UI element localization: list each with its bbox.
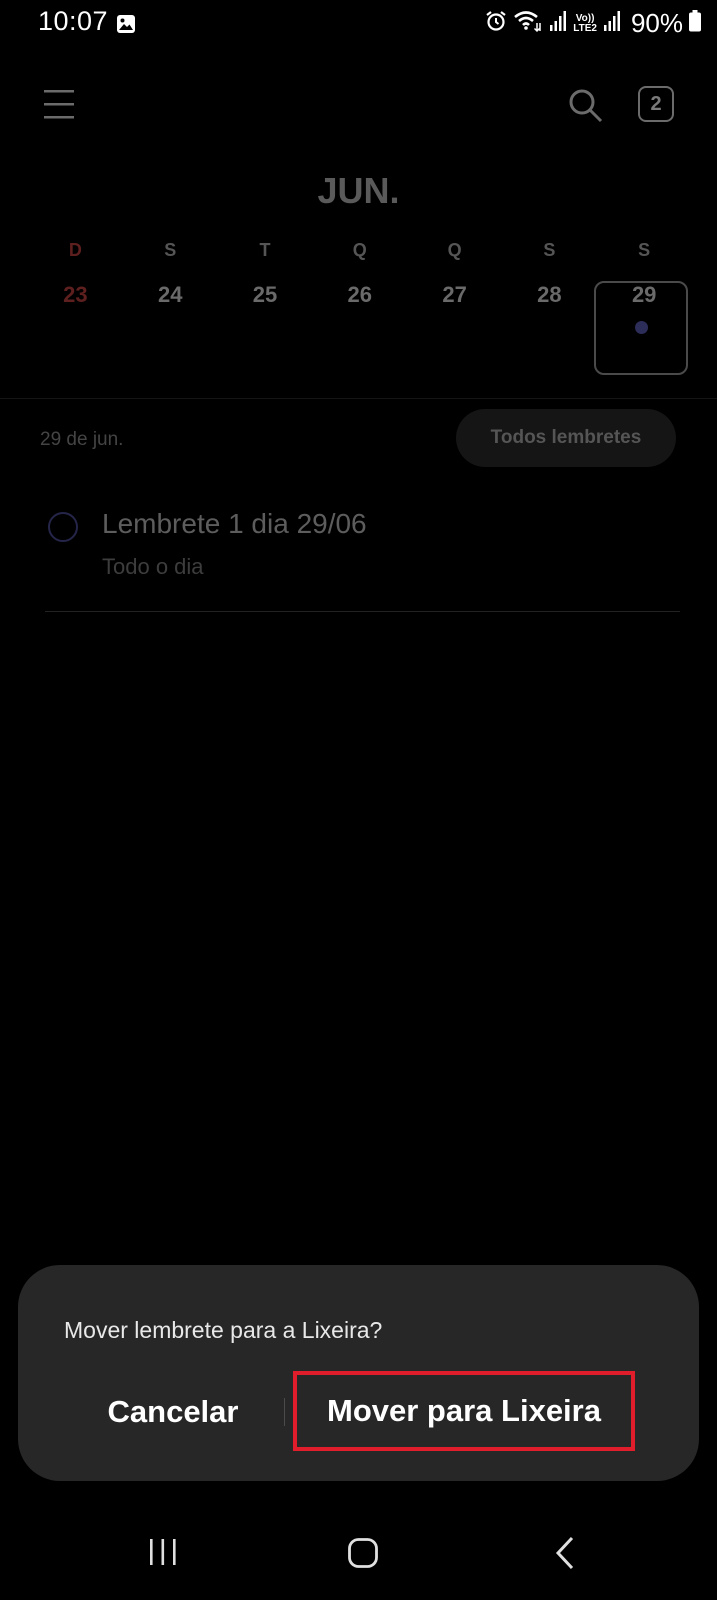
- day-number: 27: [442, 282, 467, 307]
- week-strip: D 23 S 24 T 25 Q 26 Q 27 S 28 S 29: [28, 240, 692, 308]
- search-icon[interactable]: [568, 88, 604, 124]
- day-number: 25: [252, 282, 278, 307]
- day-number: 23: [63, 282, 88, 307]
- weekday-label: D: [68, 240, 82, 260]
- reminder-checkbox[interactable]: [48, 512, 78, 542]
- weekday-label: S: [164, 240, 177, 260]
- day-number: 28: [537, 282, 562, 307]
- weekday-label: Q: [447, 240, 462, 260]
- day-cell[interactable]: Q 26: [312, 240, 407, 308]
- weekday-label: T: [259, 240, 271, 260]
- month-title: JUN.: [317, 170, 400, 211]
- day-number: 24: [157, 282, 183, 307]
- day-cell[interactable]: S 28: [502, 240, 597, 308]
- move-to-trash-button[interactable]: Mover para Lixeira: [293, 1371, 635, 1451]
- day-cell[interactable]: Q 27: [407, 240, 502, 308]
- menu-icon[interactable]: [44, 88, 76, 122]
- today-button[interactable]: 2: [638, 86, 674, 122]
- back-icon[interactable]: [553, 1535, 577, 1571]
- divider: [0, 398, 717, 399]
- weekday-label: Q: [352, 240, 367, 260]
- reminder-title[interactable]: Lembrete 1 dia 29/06: [102, 508, 367, 540]
- day-number: 26: [347, 282, 373, 307]
- button-divider: [284, 1398, 285, 1426]
- list-date-label: 29 de jun.: [40, 429, 124, 450]
- weekday-label: S: [638, 240, 651, 260]
- weekday-label: S: [543, 240, 556, 260]
- reminder-subtitle: Todo o dia: [102, 554, 204, 579]
- move-to-trash-dialog: Mover lembrete para a Lixeira? Cancelar …: [18, 1265, 699, 1481]
- cancel-button[interactable]: Cancelar: [88, 1383, 258, 1441]
- recents-icon[interactable]: [148, 1537, 178, 1567]
- day-cell[interactable]: D 23: [28, 240, 123, 308]
- day-cell[interactable]: S 24: [123, 240, 218, 308]
- day-cell[interactable]: T 25: [218, 240, 313, 308]
- divider: [45, 611, 680, 612]
- all-reminders-button[interactable]: Todos lembretes: [456, 409, 676, 467]
- event-dot: [635, 321, 648, 334]
- dialog-message: Mover lembrete para a Lixeira?: [64, 1317, 383, 1343]
- home-icon[interactable]: [347, 1537, 379, 1569]
